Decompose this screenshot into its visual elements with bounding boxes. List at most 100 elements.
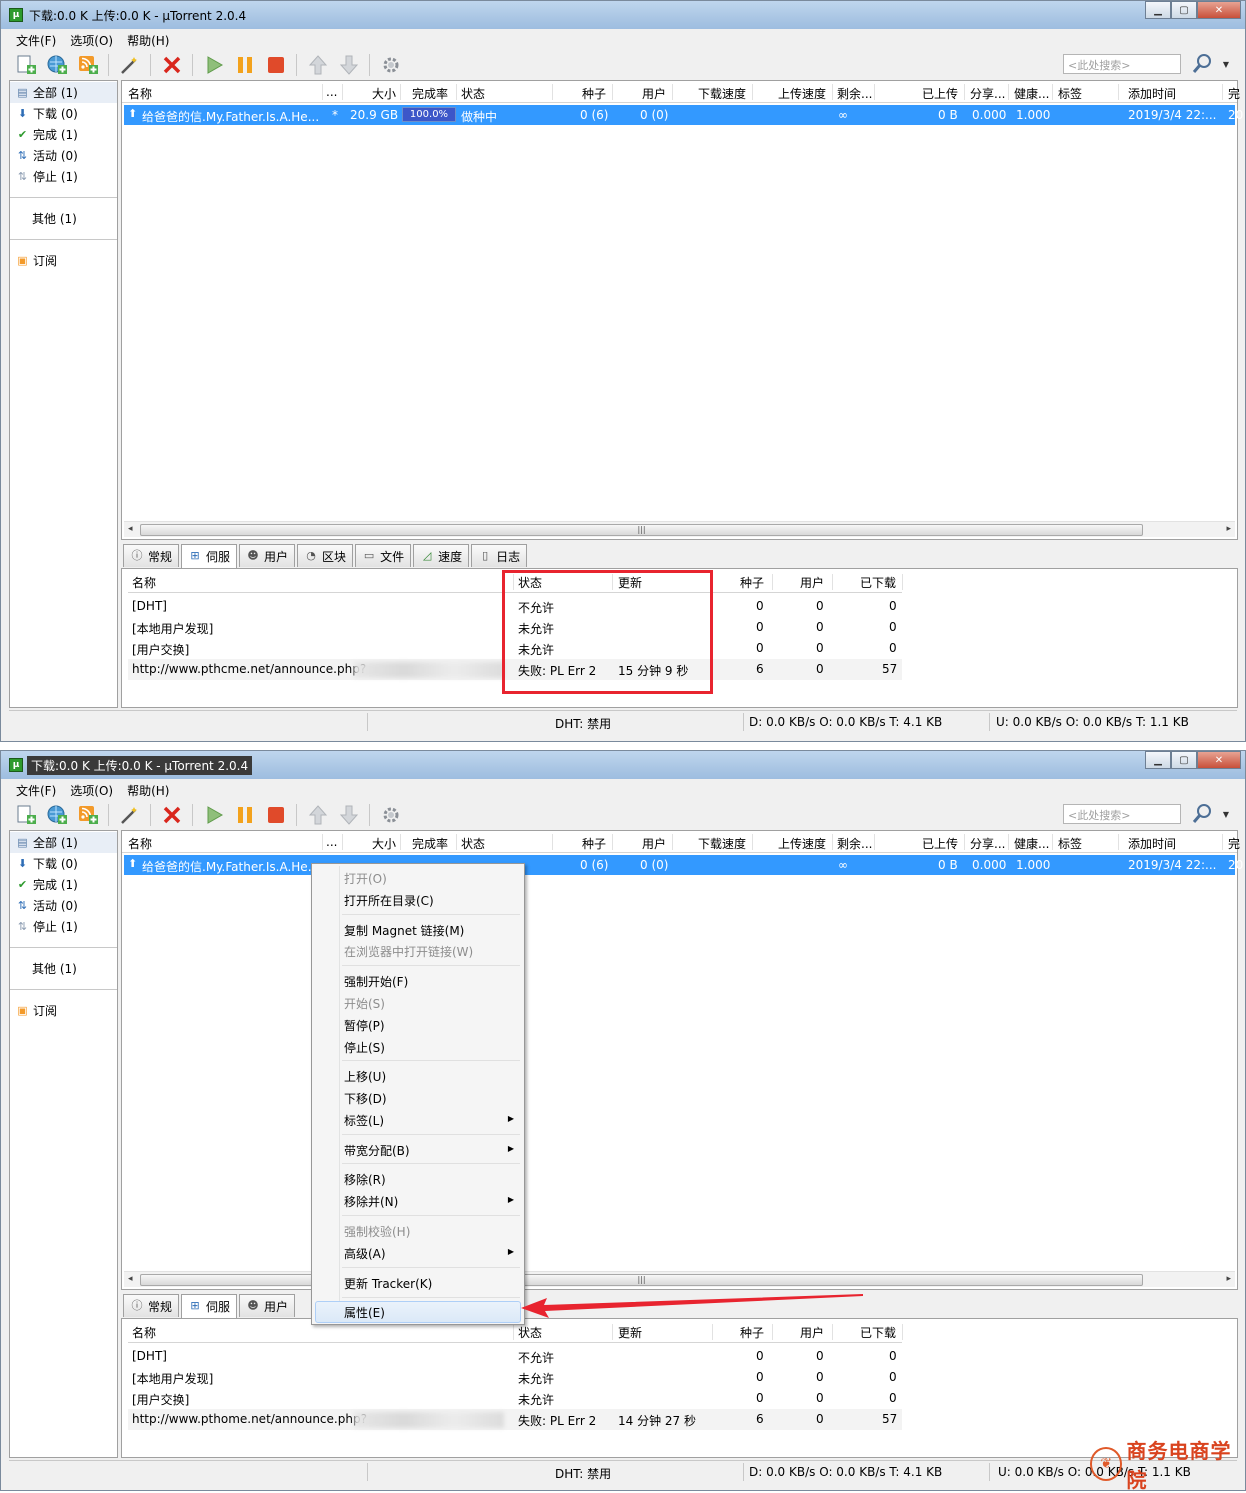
maximize-button[interactable]: ▢ [1171, 751, 1197, 769]
tracker-row[interactable]: [用户交换] 未允许 0 0 0 [128, 1388, 902, 1409]
column-up-speed[interactable]: 上传速度 [778, 85, 826, 102]
pause-button[interactable] [232, 52, 257, 77]
move-up-button[interactable] [305, 52, 330, 77]
menu-item-label[interactable]: 标签(L) [344, 1112, 384, 1129]
create-torrent-button[interactable] [117, 52, 142, 77]
column-eta[interactable]: 剩余... [837, 85, 872, 102]
scroll-right-icon[interactable]: ▸ [1226, 524, 1231, 534]
add-url-button[interactable] [44, 802, 69, 827]
menu-item-remove-and[interactable]: 移除并(N) [344, 1193, 398, 1210]
add-url-button[interactable] [44, 52, 69, 77]
menu-item-stop[interactable]: 停止(S) [344, 1039, 385, 1056]
pause-button[interactable] [232, 802, 257, 827]
remove-button[interactable] [159, 52, 184, 77]
tracker-row[interactable]: [本地用户发现] 未允许 0 0 0 [128, 1367, 902, 1388]
menu-file[interactable]: 文件(F) [9, 782, 63, 799]
column-dots[interactable]: ... [326, 85, 337, 99]
menu-file[interactable]: 文件(F) [9, 32, 63, 49]
menu-item-move-up[interactable]: 上移(U) [344, 1068, 386, 1085]
sidebar-item-completed[interactable]: ✔ 完成 (1) [10, 874, 117, 895]
minimize-button[interactable]: ▁ [1145, 1, 1171, 19]
menu-help[interactable]: 帮助(H) [120, 32, 176, 49]
column-peers[interactable]: 用户 [642, 835, 666, 852]
column-done[interactable]: 完成率 [412, 835, 448, 852]
column-completed[interactable]: 完 [1228, 835, 1240, 852]
menu-item-update-tracker[interactable]: 更新 Tracker(K) [344, 1275, 432, 1292]
column-down-speed[interactable]: 下载速度 [698, 85, 746, 102]
column-seeds[interactable]: 种子 [582, 85, 606, 102]
column-ratio[interactable]: 分享... [970, 85, 1005, 102]
column-done[interactable]: 完成率 [412, 85, 448, 102]
torrent-row[interactable]: ⬆ 给爸爸的信.My.Father.Is.A.He... * 20.9 GB 1… [124, 105, 1243, 125]
column-tracker-name[interactable]: 名称 [132, 1324, 156, 1341]
column-health[interactable]: 健康... [1014, 85, 1049, 102]
sidebar-item-all[interactable]: ▤ 全部 (1) [10, 832, 117, 853]
search-input[interactable]: <此处搜索> [1063, 804, 1181, 824]
menu-item-copy-magnet[interactable]: 复制 Magnet 链接(M) [344, 922, 464, 939]
column-down-speed[interactable]: 下载速度 [698, 835, 746, 852]
horizontal-scrollbar[interactable]: ◂ ||| ▸ [124, 1271, 1235, 1287]
column-label[interactable]: 标签 [1058, 85, 1082, 102]
remove-button[interactable] [159, 802, 184, 827]
menu-item-move-down[interactable]: 下移(D) [344, 1090, 387, 1107]
sidebar-item-other[interactable]: 其他 (1) [10, 958, 117, 979]
column-tracker-peers[interactable]: 用户 [800, 574, 824, 591]
stop-button[interactable] [263, 802, 288, 827]
sidebar-item-other[interactable]: 其他 (1) [10, 208, 117, 229]
column-completed[interactable]: 完 [1228, 85, 1240, 102]
search-dropdown-icon[interactable]: ▼ [1223, 810, 1229, 819]
start-button[interactable] [201, 52, 226, 77]
column-seeds[interactable]: 种子 [582, 835, 606, 852]
column-tracker-seeds[interactable]: 种子 [740, 1324, 764, 1341]
close-button[interactable]: ✕ [1197, 751, 1241, 769]
menu-item-pause[interactable]: 暂停(P) [344, 1017, 385, 1034]
menu-item-open[interactable]: 打开(O) [344, 870, 387, 887]
scroll-left-icon[interactable]: ◂ [128, 524, 133, 534]
sidebar-item-feeds[interactable]: ▣ 订阅 [10, 250, 117, 271]
sidebar-item-downloading[interactable]: ⬇ 下载 (0) [10, 103, 117, 124]
tab-general[interactable]: ⓘ 常规 [123, 1294, 180, 1317]
menu-help[interactable]: 帮助(H) [120, 782, 176, 799]
add-torrent-button[interactable] [13, 802, 38, 827]
tab-general[interactable]: ⓘ 常规 [123, 544, 180, 567]
menu-item-bandwidth[interactable]: 带宽分配(B) [344, 1142, 410, 1159]
column-tracker-downloaded[interactable]: 已下载 [860, 574, 896, 591]
menu-item-force-recheck[interactable]: 强制校验(H) [344, 1223, 410, 1240]
search-button[interactable] [1191, 52, 1215, 76]
column-eta[interactable]: 剩余... [837, 835, 872, 852]
tracker-row[interactable]: [DHT] 不允许 0 0 0 [128, 1346, 902, 1367]
move-down-button[interactable] [336, 52, 361, 77]
column-ratio[interactable]: 分享... [970, 835, 1005, 852]
menu-options[interactable]: 选项(O) [63, 782, 120, 799]
tab-trackers[interactable]: ⊞ 伺服 [181, 1294, 238, 1318]
menu-item-force-start[interactable]: 强制开始(F) [344, 973, 408, 990]
maximize-button[interactable]: ▢ [1171, 1, 1197, 19]
sidebar-item-inactive[interactable]: ⇅ 停止 (1) [10, 166, 117, 187]
stop-button[interactable] [263, 52, 288, 77]
column-uploaded[interactable]: 已上传 [922, 85, 958, 102]
menu-item-advanced[interactable]: 高级(A) [344, 1245, 386, 1262]
tab-speed[interactable]: ◿ 速度 [413, 544, 470, 567]
tracker-row[interactable]: http://www.pthome.net/announce.php? 失败: … [128, 1409, 902, 1430]
move-up-button[interactable] [305, 802, 330, 827]
menu-item-remove[interactable]: 移除(R) [344, 1171, 386, 1188]
column-tracker-downloaded[interactable]: 已下载 [860, 1324, 896, 1341]
create-torrent-button[interactable] [117, 802, 142, 827]
sidebar-item-active[interactable]: ⇅ 活动 (0) [10, 895, 117, 916]
tab-peers[interactable]: ☻ 用户 [239, 544, 296, 567]
column-name[interactable]: 名称 [128, 85, 152, 102]
search-dropdown-icon[interactable]: ▼ [1223, 60, 1229, 69]
sidebar-item-active[interactable]: ⇅ 活动 (0) [10, 145, 117, 166]
tab-logger[interactable]: ▯ 日志 [471, 544, 528, 567]
torrent-row[interactable]: ⬆ 给爸爸的信.My.Father.Is.A.He... 0 (6) 0 (0)… [124, 855, 1243, 875]
column-tracker-update[interactable]: 更新 [618, 1324, 642, 1341]
sidebar-item-inactive[interactable]: ⇅ 停止 (1) [10, 916, 117, 937]
preferences-button[interactable] [378, 52, 403, 77]
minimize-button[interactable]: ▁ [1145, 751, 1171, 769]
menu-item-open-folder[interactable]: 打开所在目录(C) [344, 892, 434, 909]
column-added[interactable]: 添加时间 [1128, 85, 1176, 102]
column-size[interactable]: 大小 [372, 85, 396, 102]
column-peers[interactable]: 用户 [642, 85, 666, 102]
add-rss-button[interactable] [75, 802, 100, 827]
column-health[interactable]: 健康... [1014, 835, 1049, 852]
